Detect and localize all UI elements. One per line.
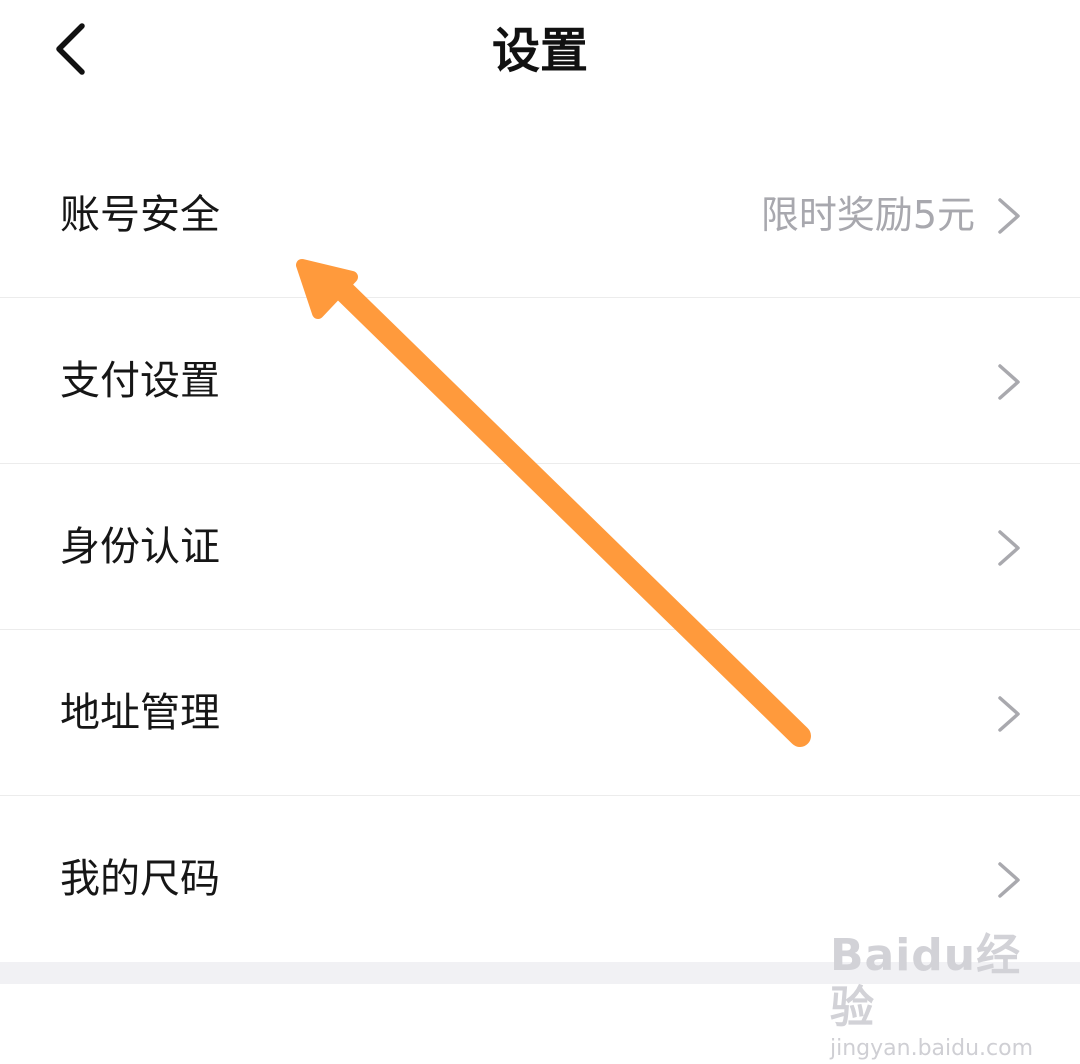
settings-item-identity[interactable]: 身份认证 [0, 464, 1080, 630]
top-bar: 设置 [0, 0, 1080, 110]
settings-item-label: 账号安全 [60, 192, 220, 238]
chevron-right-icon [996, 694, 1022, 734]
watermark: Baidu经验 jingyan.baidu.com [830, 930, 1050, 1061]
watermark-logo: Baidu经验 [830, 930, 1022, 1033]
settings-item-label: 身份认证 [60, 524, 220, 570]
settings-item-label: 支付设置 [60, 358, 220, 404]
chevron-right-icon [996, 860, 1022, 900]
chevron-right-icon [996, 196, 1022, 236]
chevron-right-icon [996, 362, 1022, 402]
page-title: 设置 [491, 23, 588, 79]
settings-item-address[interactable]: 地址管理 [0, 630, 1080, 796]
settings-list: 账号安全 限时奖励5元 支付设置 身份认证 地址管理 我的尺码 [0, 132, 1080, 962]
settings-item-payment[interactable]: 支付设置 [0, 298, 1080, 464]
watermark-url: jingyan.baidu.com [830, 1036, 1034, 1061]
chevron-right-icon [996, 528, 1022, 568]
settings-item-label: 地址管理 [60, 690, 220, 736]
settings-item-account-security[interactable]: 账号安全 限时奖励5元 [0, 132, 1080, 298]
reward-hint: 限时奖励5元 [760, 193, 975, 237]
settings-item-label: 我的尺码 [60, 856, 220, 902]
